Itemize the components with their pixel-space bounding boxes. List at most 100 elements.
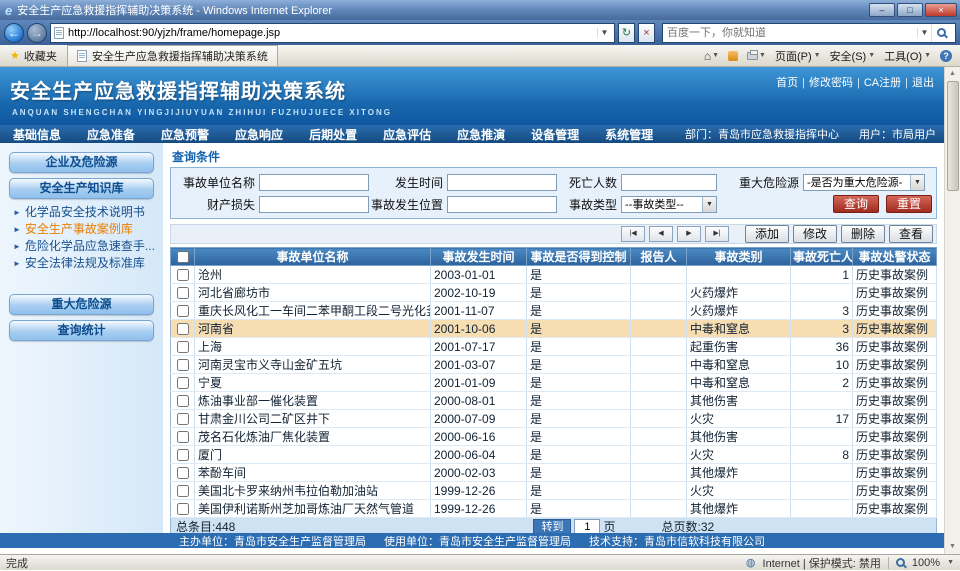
row-checkbox[interactable]: [177, 467, 189, 479]
sidebar-link[interactable]: ► 化学品安全技术说明书: [13, 204, 154, 221]
table-row[interactable]: 炼油事业部一催化装置 2000-08-01 是 其他伤害 历史事故案例: [171, 392, 937, 410]
command-menu[interactable]: 页面(P)▼: [775, 48, 821, 64]
command-menu[interactable]: 安全(S)▼: [830, 48, 876, 64]
back-button[interactable]: ←: [4, 23, 24, 43]
zoom-level[interactable]: 100%: [912, 557, 940, 569]
table-row[interactable]: 上海 2001-07-17 是 起重伤害 36 历史事故案例: [171, 338, 937, 356]
close-button[interactable]: ×: [925, 3, 957, 17]
row-checkbox[interactable]: [177, 323, 189, 335]
delete-button[interactable]: 删除: [841, 225, 885, 243]
row-checkbox[interactable]: [177, 413, 189, 425]
nav-item[interactable]: 系统管理: [592, 126, 666, 143]
nav-item[interactable]: 应急推演: [444, 126, 518, 143]
table-row[interactable]: 美国北卡罗来纳州韦拉伯勒加油站 1999-12-26 是 火灾 历史事故案例: [171, 482, 937, 500]
sidebar-link[interactable]: ► 安全法律法规及标准库: [13, 255, 154, 272]
deaths-input[interactable]: [621, 174, 717, 191]
table-row[interactable]: 河北省廊坊市 2002-10-19 是 火药爆炸 历史事故案例: [171, 284, 937, 302]
row-checkbox[interactable]: [177, 341, 189, 353]
sidebar-button[interactable]: 重大危险源: [9, 294, 154, 315]
add-button[interactable]: 添加: [745, 225, 789, 243]
search-icon[interactable]: [931, 24, 951, 42]
banner-link[interactable]: 退出: [901, 74, 934, 90]
banner-link[interactable]: 首页: [776, 74, 798, 90]
property-loss-input[interactable]: [259, 196, 369, 213]
sidebar-button[interactable]: 安全生产知识库: [9, 178, 154, 199]
sidebar-link[interactable]: ► 安全生产事故案例库: [13, 221, 154, 238]
table-row[interactable]: 河南省 2001-10-06 是 中毒和窒息 3 历史事故案例: [171, 320, 937, 338]
scroll-down-icon[interactable]: ▼: [949, 540, 956, 554]
row-checkbox[interactable]: [177, 305, 189, 317]
nav-item[interactable]: 应急准备: [74, 126, 148, 143]
row-checkbox[interactable]: [177, 431, 189, 443]
stop-button[interactable]: ×: [638, 23, 655, 43]
forward-button[interactable]: →: [27, 23, 47, 43]
view-button[interactable]: 查看: [889, 225, 933, 243]
column-header[interactable]: 事故类别: [687, 248, 791, 266]
table-row[interactable]: 甘肃金川公司二矿区井下 2000-07-09 是 火灾 17 历史事故案例: [171, 410, 937, 428]
column-header[interactable]: 事故是否得到控制: [527, 248, 631, 266]
nav-item[interactable]: 设备管理: [518, 126, 592, 143]
sidebar-button[interactable]: 企业及危险源: [9, 152, 154, 173]
favorites-button[interactable]: ★ 收藏夹: [3, 46, 64, 66]
scroll-up-icon[interactable]: ▲: [949, 67, 956, 81]
help-icon[interactable]: ?: [940, 50, 952, 62]
row-checkbox[interactable]: [177, 287, 189, 299]
table-row[interactable]: 美国伊利诺斯州芝加哥炼油厂天然气管道 1999-12-26 是 其他爆炸 历史事…: [171, 500, 937, 518]
url-input[interactable]: [68, 27, 593, 39]
prev-page-button[interactable]: ◀: [649, 226, 673, 242]
goto-page-button[interactable]: 转到: [533, 519, 571, 533]
location-input[interactable]: [447, 196, 557, 213]
nav-item[interactable]: 应急评估: [370, 126, 444, 143]
maximize-button[interactable]: □: [897, 3, 923, 17]
browser-tab[interactable]: 安全生产应急救援指挥辅助决策系统: [67, 45, 278, 66]
reset-button[interactable]: 重置: [886, 195, 932, 213]
home-button[interactable]: ⌂▼: [704, 49, 719, 63]
column-header[interactable]: 事故发生时间: [431, 248, 527, 266]
column-header[interactable]: 事故单位名称: [195, 248, 431, 266]
minimize-button[interactable]: –: [869, 3, 895, 17]
zoom-dropdown-icon[interactable]: ▼: [947, 559, 954, 566]
browser-search-input[interactable]: [667, 27, 917, 39]
goto-page-input[interactable]: [574, 519, 600, 533]
vertical-scrollbar[interactable]: ▲ ▼: [944, 67, 960, 554]
table-row[interactable]: 厦门 2000-06-04 是 火灾 8 历史事故案例: [171, 446, 937, 464]
first-page-button[interactable]: |◀: [621, 226, 645, 242]
column-header[interactable]: 事故处警状态: [853, 248, 937, 266]
row-checkbox[interactable]: [177, 503, 189, 515]
table-row[interactable]: 重庆长风化工一车间二苯甲酮工段二号光化釜 2001-11-07 是 火药爆炸 3…: [171, 302, 937, 320]
table-row[interactable]: 茂名石化炼油厂焦化装置 2000-06-16 是 其他伤害 历史事故案例: [171, 428, 937, 446]
row-checkbox[interactable]: [177, 449, 189, 461]
search-dropdown-icon[interactable]: ▼: [917, 28, 931, 37]
unit-name-input[interactable]: [259, 174, 369, 191]
nav-item[interactable]: 后期处置: [296, 126, 370, 143]
row-checkbox[interactable]: [177, 485, 189, 497]
banner-link[interactable]: CA注册: [853, 74, 901, 90]
command-menu[interactable]: 工具(O)▼: [884, 48, 931, 64]
search-button[interactable]: 查询: [833, 195, 879, 213]
occur-time-input[interactable]: [447, 174, 557, 191]
sidebar-link[interactable]: ► 危险化学品应急速查手...: [13, 238, 154, 255]
row-checkbox[interactable]: [177, 359, 189, 371]
row-checkbox[interactable]: [177, 269, 189, 281]
column-header[interactable]: 事故死亡人数: [791, 248, 853, 266]
address-dropdown-icon[interactable]: ▼: [597, 28, 611, 37]
next-page-button[interactable]: ▶: [677, 226, 701, 242]
select-all-checkbox[interactable]: [177, 251, 189, 263]
major-hazard-select[interactable]: -是否为重大危险源- ▼: [803, 174, 925, 191]
nav-item[interactable]: 应急预警: [148, 126, 222, 143]
sidebar-button[interactable]: 查询统计: [9, 320, 154, 341]
feeds-button[interactable]: [728, 51, 738, 61]
print-button[interactable]: ▼: [747, 52, 766, 60]
table-row[interactable]: 宁夏 2001-01-09 是 中毒和窒息 2 历史事故案例: [171, 374, 937, 392]
banner-link[interactable]: 修改密码: [798, 74, 853, 90]
row-checkbox[interactable]: [177, 395, 189, 407]
last-page-button[interactable]: ▶|: [705, 226, 729, 242]
scrollbar-thumb[interactable]: [947, 81, 959, 191]
modify-button[interactable]: 修改: [793, 225, 837, 243]
table-row[interactable]: 苯酚车间 2000-02-03 是 其他爆炸 历史事故案例: [171, 464, 937, 482]
nav-item[interactable]: 应急响应: [222, 126, 296, 143]
refresh-button[interactable]: ↻: [618, 23, 635, 43]
accident-type-select[interactable]: --事故类型-- ▼: [621, 196, 717, 213]
row-checkbox[interactable]: [177, 377, 189, 389]
table-row[interactable]: 沧州 2003-01-01 是 1 历史事故案例: [171, 266, 937, 284]
